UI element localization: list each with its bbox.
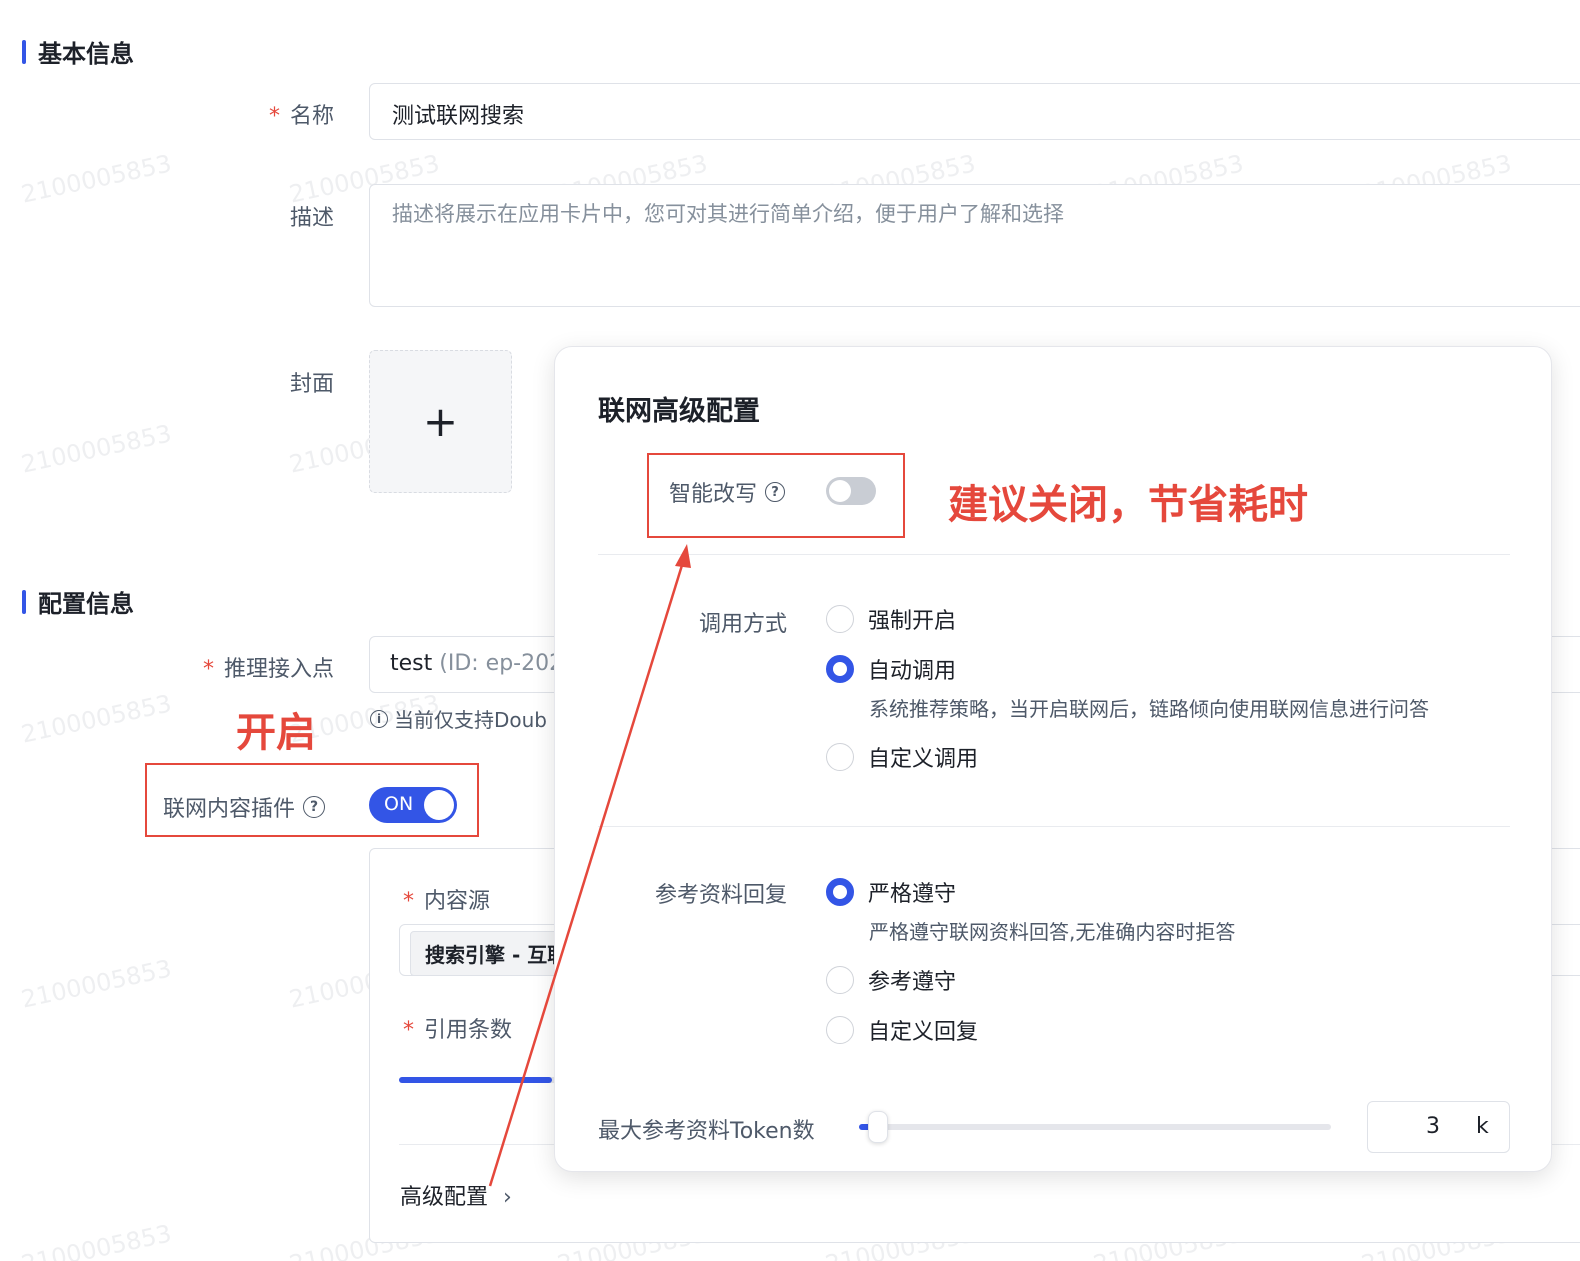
annotation-arrow [488, 544, 691, 1187]
